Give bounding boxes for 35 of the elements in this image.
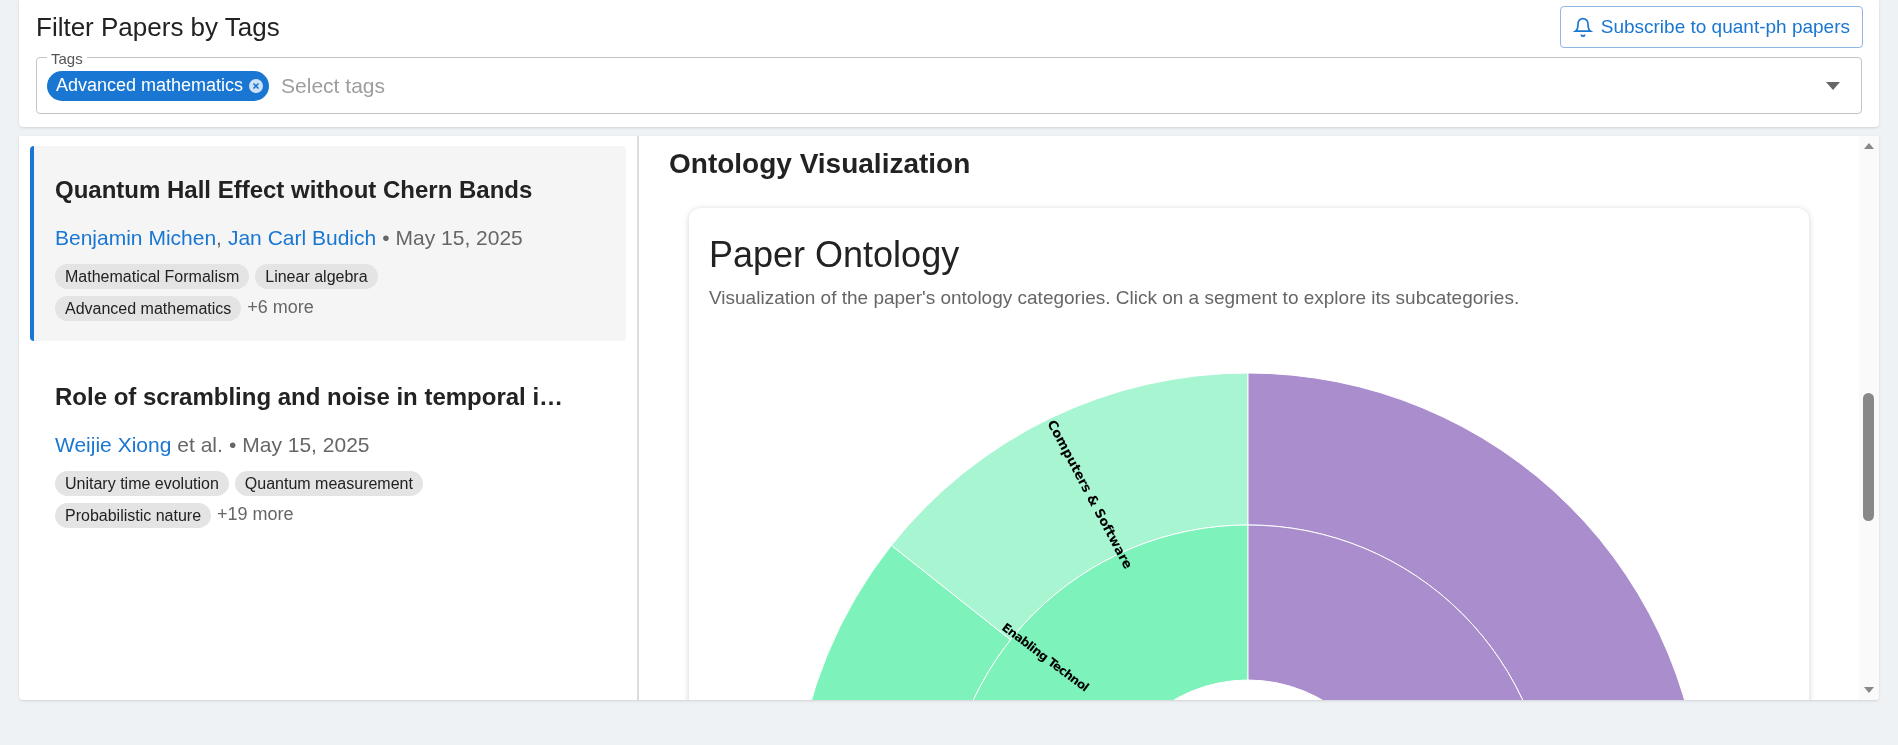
- author-link[interactable]: Weijie Xiong: [55, 429, 172, 461]
- scrollbar-thumb[interactable]: [1863, 393, 1874, 521]
- separator: ,: [216, 225, 222, 251]
- paper-title: Quantum Hall Effect without Chern Bands: [55, 175, 534, 205]
- subscribe-button[interactable]: Subscribe to quant-ph papers: [1559, 6, 1863, 48]
- bell-icon: [1572, 17, 1593, 37]
- topic-tag: Quantum measurement: [234, 470, 423, 496]
- card-title: Paper Ontology: [708, 233, 961, 277]
- paper-title: Role of scrambling and noise in temporal i…: [55, 382, 565, 412]
- bullet: •: [382, 225, 390, 251]
- page-title: Filter Papers by Tags: [36, 11, 280, 44]
- more-tags-text: +6 more: [247, 295, 314, 319]
- topic-tag: Mathematical Formalism: [55, 263, 250, 289]
- topic-tag: Linear algebra: [255, 263, 378, 289]
- et-al-text: et al.: [177, 432, 223, 458]
- topic-tag: Probabilistic nature: [55, 502, 212, 528]
- section-heading: Ontology Visualization: [669, 147, 971, 181]
- remove-icon[interactable]: [248, 77, 265, 94]
- paper-card[interactable]: Quantum Hall Effect without Chern Bands Benjamin Michen, Jan Carl Budich • May 15, 2025 Mathematical Formalism Linear algebra Advanced mathematics +6 more: [30, 146, 626, 341]
- bullet: •: [228, 432, 237, 458]
- author-link[interactable]: Benjamin Michen: [55, 222, 217, 254]
- more-tags-text: +19 more: [217, 502, 294, 526]
- paper-date: May 15, 2025: [242, 432, 370, 458]
- author-link[interactable]: Jan Carl Budich: [227, 222, 377, 254]
- tag-chip[interactable]: Advanced mathematics: [47, 70, 270, 101]
- topic-tag: Unitary time evolution: [55, 470, 229, 496]
- scroll-down-icon[interactable]: [1864, 686, 1874, 694]
- topic-tag: Advanced mathematics: [55, 295, 242, 321]
- paper-date: May 15, 2025: [395, 225, 523, 251]
- tag-search-input[interactable]: Select tags: [281, 69, 1825, 102]
- card-description: Visualization of the paper's ontology categories. Click on a segment to explore its subcategories.: [708, 286, 1521, 310]
- dropdown-caret-icon[interactable]: [1825, 80, 1841, 91]
- paper-card[interactable]: Role of scrambling and noise in temporal i… Weijie Xiong et al. • May 15, 2025 Unitary time evolution Quantum measurement Probabilistic nature +19 more: [30, 353, 626, 548]
- scroll-up-icon[interactable]: [1864, 142, 1874, 150]
- scrollbar[interactable]: [1859, 136, 1879, 700]
